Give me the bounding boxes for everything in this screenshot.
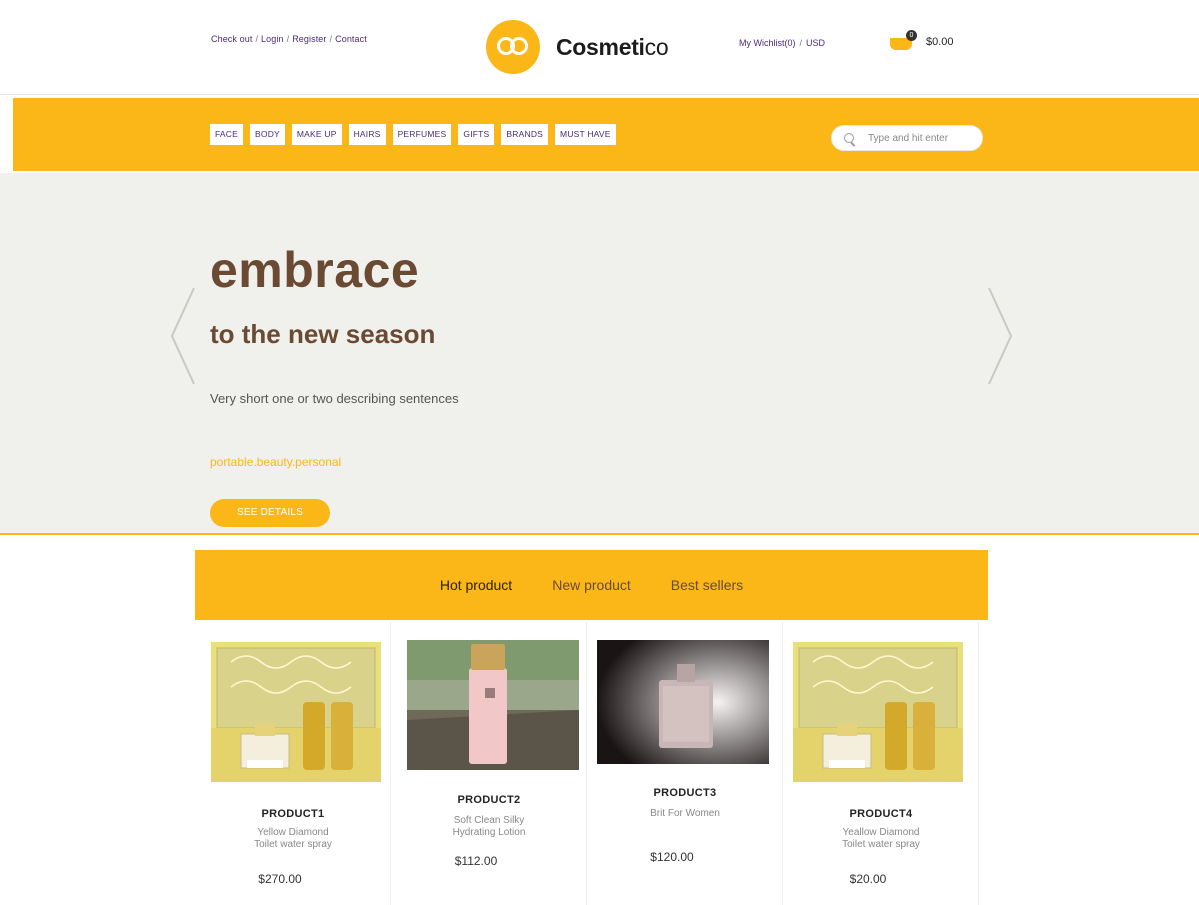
tab-new-product[interactable]: New product <box>552 577 631 593</box>
logo-icon <box>486 20 540 74</box>
search-box[interactable] <box>831 125 983 151</box>
product-description: Yeallow Diamond <box>842 827 920 838</box>
product-description: Yellow Diamond <box>257 827 329 838</box>
checkout-link[interactable]: Check out <box>211 34 252 44</box>
hero-description: Very short one or two describing sentenc… <box>210 391 459 406</box>
product-description: Toilet water spray <box>842 839 920 850</box>
separator: / <box>255 34 259 44</box>
brand-name-light: co <box>644 33 669 60</box>
hero-tags: portable.beauty.personal <box>210 455 342 469</box>
login-link[interactable]: Login <box>261 34 284 44</box>
product-name[interactable]: PRODUCT3 <box>587 787 783 799</box>
product-card[interactable]: PRODUCT1 Yellow Diamond Toilet water spr… <box>195 622 391 905</box>
product-card[interactable]: PRODUCT4 Yeallow Diamond Toilet water sp… <box>783 622 979 905</box>
product-name[interactable]: PRODUCT2 <box>391 794 587 806</box>
top-header: Check out / Login / Register / Contact Cosmeti… <box>0 0 1199 95</box>
see-details-button[interactable]: SEE DETAILS <box>210 499 330 527</box>
product-price: $270.00 <box>258 872 302 886</box>
product-image-yellow-diamond[interactable] <box>211 642 381 782</box>
hero-title: embrace <box>210 242 420 298</box>
tab-best-sellers[interactable]: Best sellers <box>671 577 743 593</box>
cart-count-badge: 0 <box>906 30 917 41</box>
brand-logo[interactable]: Cosmetico <box>486 20 669 74</box>
product-description: Hydrating Lotion <box>452 827 526 838</box>
search-icon[interactable] <box>844 133 854 143</box>
basket-icon: 0 <box>890 30 918 54</box>
nav-item-make-up[interactable]: MAKE UP <box>291 124 342 145</box>
separator: / <box>799 38 803 48</box>
wishlist-link[interactable]: My Wichlist(0) <box>739 38 796 48</box>
product-price: $20.00 <box>849 872 887 886</box>
product-description: Brit For Women <box>650 808 720 819</box>
nav-item-brands[interactable]: BRANDS <box>501 124 549 145</box>
nav-item-hairs[interactable]: HAIRS <box>348 124 386 145</box>
product-price: $120.00 <box>650 850 694 864</box>
product-tabs: Hot product New product Best sellers <box>195 550 988 620</box>
nav-menu: FACE BODY MAKE UP HAIRS PERFUMES GIFTS B… <box>210 124 623 145</box>
product-grid: PRODUCT1 Yellow Diamond Toilet water spr… <box>195 622 988 905</box>
product-card[interactable]: PRODUCT3 Brit For Women $120.00 <box>587 622 783 905</box>
tab-hot-product[interactable]: Hot product <box>440 577 512 593</box>
product-price: $112.00 <box>454 854 498 868</box>
currency-selector[interactable]: USD <box>806 38 825 48</box>
brand-name: Cosmetico <box>556 33 669 61</box>
product-image-perfume[interactable] <box>597 640 769 764</box>
register-link[interactable]: Register <box>292 34 326 44</box>
cart-button[interactable]: 0 $0.00 <box>890 30 954 54</box>
product-description: Soft Clean Silky <box>453 815 525 826</box>
wishlist-currency: My Wichlist(0) / USD <box>739 38 825 48</box>
product-image-lotion[interactable] <box>407 640 579 770</box>
top-links: Check out / Login / Register / Contact <box>211 34 367 44</box>
hero-slider: embrace to the new season Very short one… <box>0 173 1199 535</box>
contact-link[interactable]: Contact <box>335 34 367 44</box>
nav-item-body[interactable]: BODY <box>250 124 285 145</box>
separator: / <box>286 34 290 44</box>
hero-subtitle: to the new season <box>210 319 436 349</box>
separator: / <box>329 34 333 44</box>
search-input[interactable] <box>868 132 978 144</box>
previous-slide-arrow-icon[interactable] <box>168 286 198 386</box>
product-name[interactable]: PRODUCT1 <box>195 808 391 820</box>
nav-item-perfumes[interactable]: PERFUMES <box>392 124 452 145</box>
nav-item-gifts[interactable]: GIFTS <box>458 124 495 145</box>
nav-item-must-have[interactable]: MUST HAVE <box>555 124 616 145</box>
cart-total: $0.00 <box>926 36 954 48</box>
main-nav: FACE BODY MAKE UP HAIRS PERFUMES GIFTS B… <box>13 98 1199 171</box>
product-image-yellow-diamond[interactable] <box>793 642 963 782</box>
product-description: Toilet water spray <box>254 839 332 850</box>
product-card[interactable]: PRODUCT2 Soft Clean Silky Hydrating Loti… <box>391 622 587 905</box>
brand-name-bold: Cosmeti <box>556 33 645 60</box>
next-slide-arrow-icon[interactable] <box>985 286 1015 386</box>
nav-item-face[interactable]: FACE <box>210 124 244 145</box>
product-name[interactable]: PRODUCT4 <box>783 808 979 820</box>
